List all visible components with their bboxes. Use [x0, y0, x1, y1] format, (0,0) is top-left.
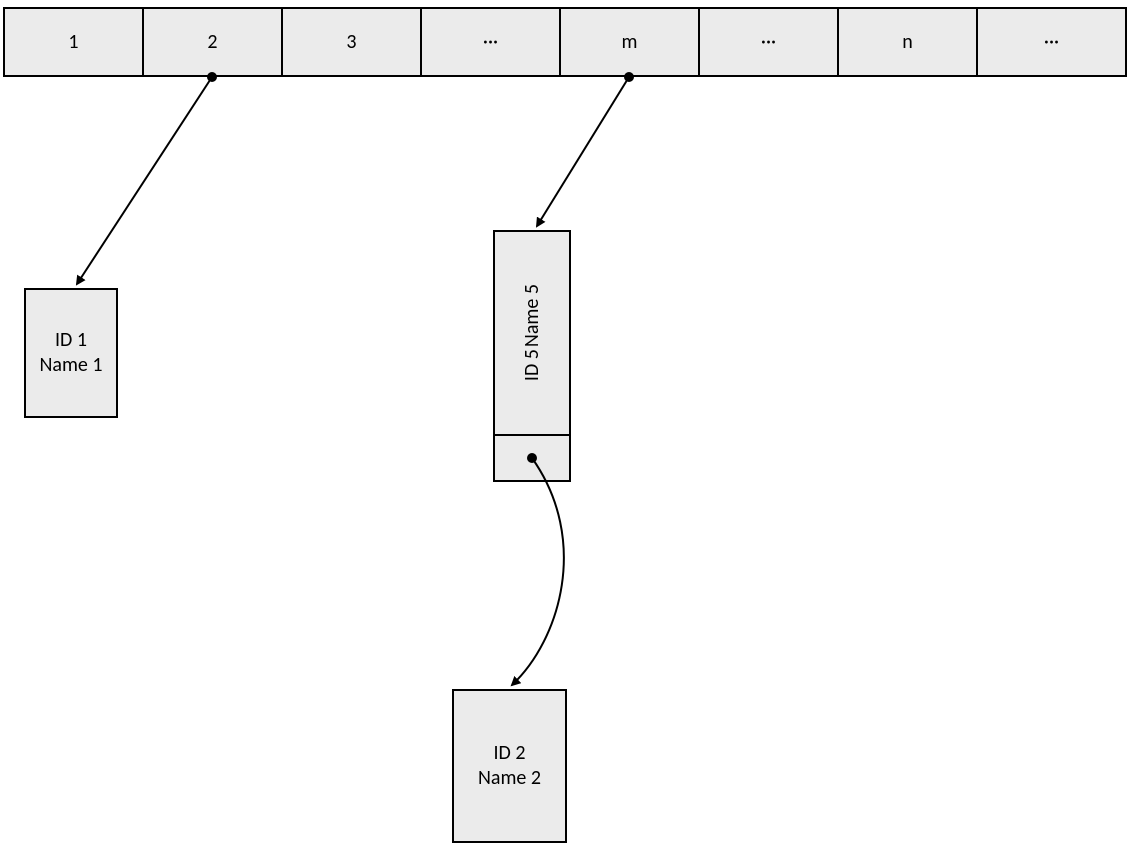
arrow-node5-to-node2 [512, 458, 564, 685]
array-cell-label: ··· [483, 30, 498, 54]
node-id-line: ID 1 [55, 328, 87, 353]
node-name-line: Name 2 [478, 766, 541, 791]
array-cell-label: m [622, 30, 638, 54]
array-cell-ellipsis-1: ··· [420, 7, 561, 77]
array-cell-label: n [902, 30, 913, 54]
array-cell-3: 3 [281, 7, 422, 77]
node-id-line: ID 2 [493, 741, 525, 766]
node-name-line: Name 1 [39, 353, 102, 378]
array-cell-m: m [559, 7, 700, 77]
array-cell-n: n [837, 7, 978, 77]
node-id-line: ID 5 [520, 350, 545, 382]
array-cell-label: ··· [1044, 30, 1059, 54]
array-cell-label: 2 [207, 30, 217, 54]
array-cell-ellipsis-3: ··· [976, 7, 1127, 77]
node-id2: ID 2 Name 2 [452, 689, 567, 843]
array-cell-2: 2 [142, 7, 283, 77]
arrow-cellm-to-node5 [537, 77, 629, 226]
array-cell-label: ··· [761, 30, 776, 54]
arrow-cell2-to-node1 [77, 77, 212, 284]
array-cell-label: 3 [346, 30, 356, 54]
array-cell-ellipsis-2: ··· [698, 7, 839, 77]
node-name-line: Name 5 [520, 284, 545, 347]
node-id5-next-pointer [493, 434, 571, 482]
node-id1: ID 1 Name 1 [24, 288, 118, 418]
node-id5: ID 5 Name 5 [493, 230, 571, 436]
array-cell-1: 1 [3, 7, 144, 77]
node-id5-content: ID 5 Name 5 [520, 284, 545, 381]
array-cell-label: 1 [68, 30, 78, 54]
